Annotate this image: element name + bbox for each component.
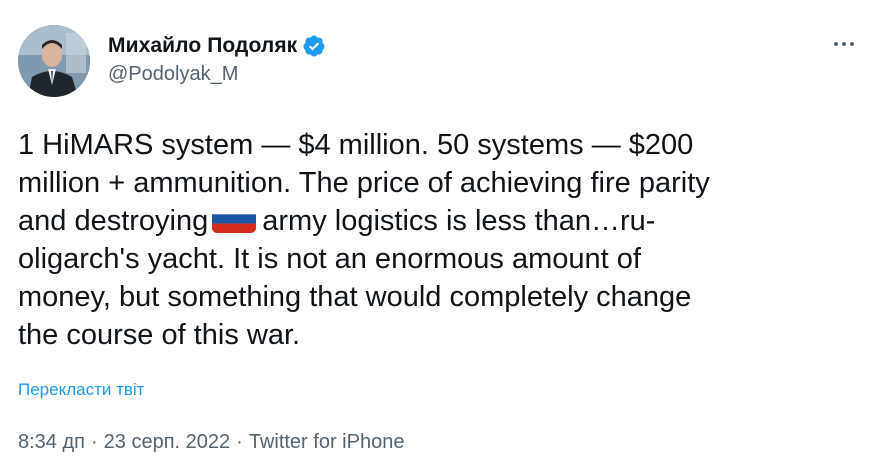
tweet-time[interactable]: 8:34 дп bbox=[18, 431, 85, 454]
tweet-text-line: million + ammunition. The price of achie… bbox=[18, 167, 710, 199]
verified-badge-icon bbox=[302, 34, 326, 58]
avatar[interactable] bbox=[18, 25, 90, 97]
tweet-date[interactable]: 23 серп. 2022 bbox=[104, 431, 230, 454]
tweet-text-fragment: army logistics is less than…ru- bbox=[262, 205, 656, 237]
tweet-text-line-with-emoji: and destroying army logistics is less tha… bbox=[18, 202, 868, 240]
tweet-text-line: 1 HiMARS system — $4 million. 50 systems… bbox=[18, 129, 694, 161]
tweet-metadata: 8:34 дп · 23 серп. 2022 · Twitter for iP… bbox=[18, 431, 404, 454]
russia-flag-icon bbox=[212, 205, 257, 233]
author-name-row: Михайло Подоляк bbox=[108, 32, 326, 60]
tweet-text-line: the course of this war. bbox=[18, 319, 301, 351]
author-display-name[interactable]: Михайло Подоляк bbox=[108, 34, 297, 58]
tweet-text-line: money, but something that would complete… bbox=[18, 281, 692, 313]
tweet-text-line: oligarch's yacht. It is not an enormous … bbox=[18, 243, 641, 275]
more-horizontal-icon bbox=[834, 42, 854, 46]
tweet-text: 1 HiMARS system — $4 million. 50 systems… bbox=[18, 126, 868, 354]
translate-tweet-link[interactable]: Перекласти твіт bbox=[18, 380, 144, 400]
meta-separator: · bbox=[236, 431, 243, 453]
tweet-card: Михайло Подоляк @Podolyak_M 1 HiMARS sys… bbox=[0, 0, 884, 476]
tweet-source[interactable]: Twitter for iPhone bbox=[249, 431, 405, 454]
author-handle[interactable]: @Podolyak_M bbox=[108, 63, 238, 86]
avatar-portrait bbox=[18, 25, 90, 97]
meta-separator: · bbox=[90, 431, 98, 453]
more-options-button[interactable] bbox=[826, 30, 862, 58]
tweet-text-fragment: and destroying bbox=[18, 205, 209, 237]
